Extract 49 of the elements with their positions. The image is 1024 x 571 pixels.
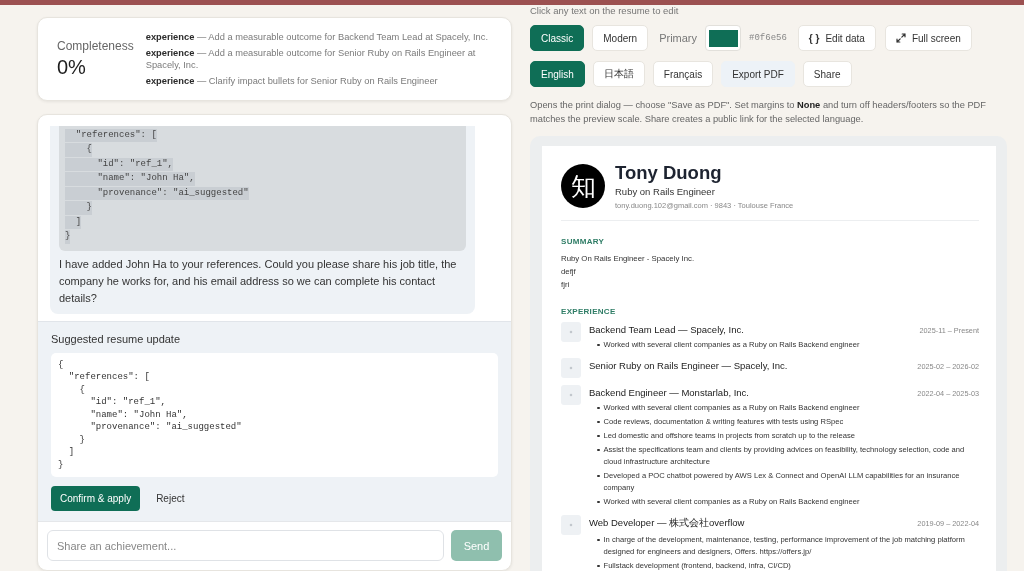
resume-title[interactable]: Ruby on Rails Engineer	[615, 186, 715, 197]
bullet-icon	[597, 474, 600, 478]
plus-tile-icon[interactable]	[561, 385, 581, 405]
message-input[interactable]: Share an achievement...	[47, 530, 444, 561]
braces-icon: { }	[808, 32, 820, 44]
export-note: Opens the print dialog — choose "Save as PDF". Set margins to None and turn off headers/footers so the PDF matches the preview scale. Share creates a public link for the selected language.	[530, 99, 988, 126]
bullet-icon	[597, 500, 600, 504]
language-tab[interactable]: 日本語	[592, 61, 645, 87]
template-tab[interactable]: Classic	[530, 25, 585, 51]
edit-data-button[interactable]: { } Edit data	[797, 25, 876, 51]
resume-name[interactable]: Tony Duong	[615, 162, 722, 184]
bullet-icon	[597, 343, 600, 347]
bullet-icon	[597, 420, 600, 424]
plus-tile-icon[interactable]	[561, 358, 581, 378]
completeness-value: 0%	[57, 56, 86, 79]
language-tab[interactable]: Français	[652, 61, 714, 87]
confirm-button[interactable]: Confirm & apply	[51, 486, 141, 511]
template-tab[interactable]: Modern	[592, 25, 649, 51]
expand-icon	[895, 33, 906, 43]
message-text: I have added John Ha to your references. Could you please share his job title, the company he works for, and his email address so we can complete his contact details?	[59, 256, 458, 306]
suggestion-text: experience — Clarify impact bullets for Senior Ruby on Rails Engineer	[145, 74, 439, 87]
code-block: { "references": [ { "id": "ref_1", "name": "John Ha", "provenance": "ai_suggested" } ] }	[51, 352, 498, 477]
avatar: 知	[561, 164, 605, 208]
section-heading: EXPERIENCE	[561, 307, 616, 316]
bullet-icon	[597, 538, 600, 542]
edit-hint: Click any text on the resume to edit	[530, 5, 680, 16]
language-tab[interactable]: English	[530, 61, 585, 87]
job-title[interactable]: Backend Engineer — Monstarlab, Inc.	[589, 387, 749, 398]
section-heading: SUMMARY	[561, 237, 605, 246]
share-button[interactable]: Share	[802, 61, 852, 87]
code-block: "references": [ { "id": "ref_1", "name": "John Ha", "provenance": "ai_suggested" } ] }	[59, 125, 466, 251]
bullet-icon	[597, 406, 600, 410]
reject-button[interactable]: Reject	[148, 489, 193, 508]
plus-tile-icon[interactable]	[561, 515, 581, 535]
plus-tile-icon[interactable]	[561, 322, 581, 342]
full-screen-button[interactable]: Full screen	[884, 25, 972, 51]
export-pdf-button[interactable]: Export PDF	[721, 61, 795, 87]
suggestion-text: experience — Add a measurable outcome for Senior Ruby on Rails Engineer at Spacely, Inc.	[145, 46, 477, 72]
job-title[interactable]: Backend Team Lead — Spacely, Inc.	[589, 324, 744, 335]
suggestion-title: Suggested resume update	[51, 332, 182, 345]
suggestion-text: experience — Add a measurable outcome for Backend Team Lead at Spacely, Inc.	[145, 31, 490, 44]
job-title[interactable]: Senior Ruby on Rails Engineer — Spacely, Inc.	[589, 360, 788, 371]
job-title[interactable]: Web Developer — 株式会社overflow	[589, 517, 745, 530]
bullet-icon	[597, 448, 600, 452]
bullet-icon	[597, 564, 600, 568]
primary-color-label: Primary	[659, 32, 698, 44]
color-hex-text: #0f6e56	[749, 33, 787, 43]
completeness-label: Completeness	[57, 39, 134, 53]
bullet-icon	[597, 434, 600, 438]
